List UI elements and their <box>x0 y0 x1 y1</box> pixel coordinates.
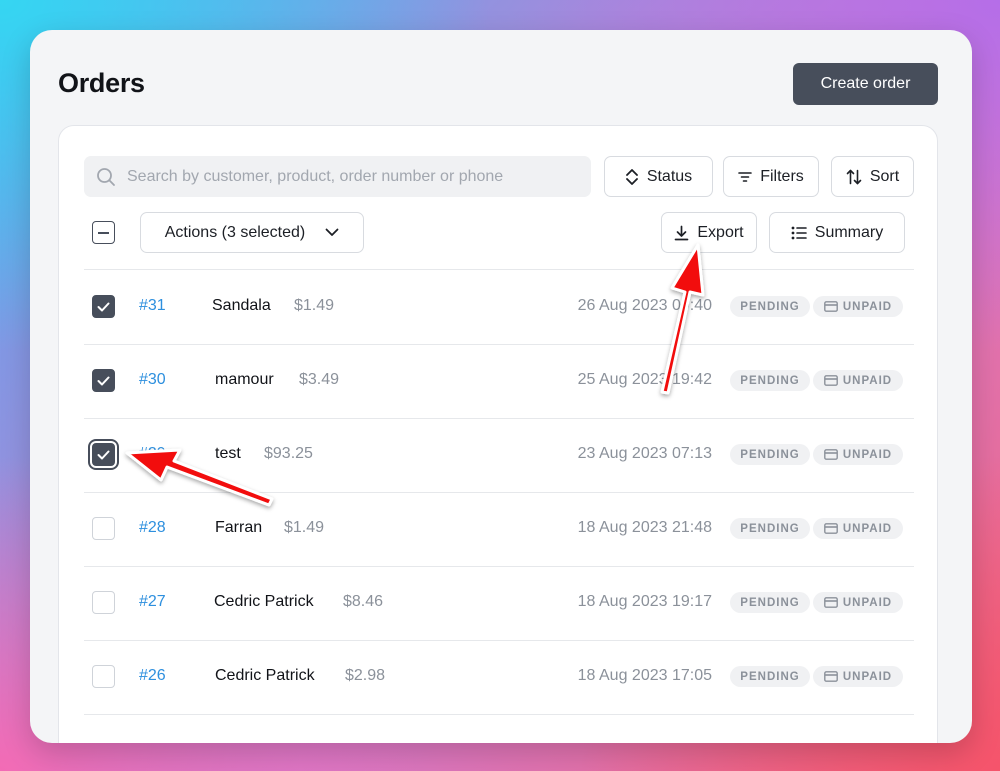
table-row[interactable]: #30 mamour $3.49 25 Aug 2023 19:42 PENDING UN… <box>84 345 914 418</box>
customer-name: Cedric Patrick <box>214 593 314 610</box>
status-badge: PENDING <box>730 296 810 317</box>
credit-card-icon <box>823 449 838 460</box>
create-order-button[interactable]: Create order <box>793 63 938 105</box>
row-divider <box>84 714 914 715</box>
checkmark-icon <box>97 450 110 459</box>
order-date: 18 Aug 2023 19:17 <box>577 593 712 610</box>
download-icon <box>675 225 689 240</box>
order-amount: $93.25 <box>264 445 313 462</box>
status-badge: PENDING <box>730 518 810 539</box>
summary-button-label: Summary <box>814 223 884 241</box>
sort-button-label: Sort <box>869 167 900 185</box>
payment-badge-label: UNPAID <box>842 596 893 609</box>
payment-badge: UNPAID <box>813 518 903 539</box>
credit-card-icon <box>823 671 838 682</box>
table-row[interactable]: #26 Cedric Patrick $2.98 18 Aug 2023 17:05 P… <box>84 641 914 714</box>
order-date: 18 Aug 2023 21:48 <box>577 519 712 536</box>
status-button[interactable]: Status <box>604 156 713 197</box>
select-all-checkbox[interactable] <box>92 221 115 244</box>
payment-badge-label: UNPAID <box>842 522 893 535</box>
row-checkbox[interactable] <box>92 369 115 392</box>
filters-button-label: Filters <box>760 167 804 185</box>
chevron-up-down-icon <box>625 168 638 185</box>
order-amount: $1.49 <box>284 519 325 536</box>
chevron-down-icon <box>325 228 339 236</box>
row-checkbox[interactable] <box>92 591 115 614</box>
sort-icon <box>846 169 862 184</box>
search-input[interactable] <box>127 167 567 186</box>
payment-badge: UNPAID <box>813 592 903 613</box>
order-number-link[interactable]: #27 <box>139 593 166 611</box>
order-date: 23 Aug 2023 07:13 <box>577 445 712 462</box>
order-number-link[interactable]: #31 <box>139 297 166 315</box>
order-amount: $2.98 <box>345 667 386 684</box>
status-badge: PENDING <box>730 592 810 613</box>
checkmark-icon <box>97 376 110 385</box>
search-box[interactable] <box>84 156 591 197</box>
status-badge: PENDING <box>730 666 810 687</box>
table-row[interactable]: #31 Sandala $1.49 26 Aug 2023 09:40 PENDING U… <box>84 271 914 344</box>
status-button-label: Status <box>646 167 693 185</box>
customer-name: Sandala <box>212 297 271 314</box>
search-icon <box>97 167 115 186</box>
filter-icon <box>738 171 753 182</box>
order-date: 26 Aug 2023 09:40 <box>577 297 712 314</box>
sort-button[interactable]: Sort <box>831 156 914 197</box>
export-button[interactable]: Export <box>661 212 757 253</box>
order-date: 25 Aug 2023 19:42 <box>577 371 712 388</box>
credit-card-icon <box>823 523 838 534</box>
order-amount: $8.46 <box>343 593 384 610</box>
orders-window: Orders Create order Status Filters <box>30 30 972 743</box>
table-row[interactable]: #29 test $93.25 23 Aug 2023 07:13 PENDING UNP… <box>84 419 914 492</box>
credit-card-icon <box>823 597 838 608</box>
customer-name: mamour <box>215 371 274 388</box>
payment-badge: UNPAID <box>813 444 903 465</box>
page-title: Orders <box>58 68 145 98</box>
payment-badge: UNPAID <box>813 666 903 687</box>
payment-badge: UNPAID <box>813 370 903 391</box>
status-badge: PENDING <box>730 444 810 465</box>
checkmark-icon <box>97 302 110 311</box>
table-row[interactable]: #28 Farran $1.49 18 Aug 2023 21:48 PENDING UN… <box>84 493 914 566</box>
order-number-link[interactable]: #30 <box>139 371 166 389</box>
order-number-link[interactable]: #28 <box>139 519 166 537</box>
row-checkbox[interactable] <box>92 665 115 688</box>
actions-dropdown[interactable]: Actions (3 selected) <box>140 212 364 253</box>
export-button-label: Export <box>697 223 744 241</box>
filters-button[interactable]: Filters <box>723 156 819 197</box>
customer-name: test <box>215 445 241 462</box>
list-icon <box>791 226 807 239</box>
order-number-link[interactable]: #29 <box>139 445 166 463</box>
orders-panel: Status Filters Sort Actions (3 selected) <box>58 125 938 743</box>
payment-badge-label: UNPAID <box>842 448 893 461</box>
table-divider <box>84 269 914 270</box>
credit-card-icon <box>823 375 838 386</box>
order-date: 18 Aug 2023 17:05 <box>577 667 712 684</box>
row-checkbox[interactable] <box>92 443 115 466</box>
table-row[interactable]: #27 Cedric Patrick $8.46 18 Aug 2023 19:17 P… <box>84 567 914 640</box>
summary-button[interactable]: Summary <box>769 212 905 253</box>
customer-name: Farran <box>215 519 263 536</box>
payment-badge-label: UNPAID <box>842 670 893 683</box>
payment-badge-label: UNPAID <box>842 300 893 313</box>
credit-card-icon <box>823 301 838 312</box>
order-number-link[interactable]: #26 <box>139 667 166 685</box>
order-amount: $3.49 <box>299 371 340 388</box>
actions-dropdown-label: Actions (3 selected) <box>164 223 306 241</box>
row-checkbox[interactable] <box>92 295 115 318</box>
payment-badge: UNPAID <box>813 296 903 317</box>
payment-badge-label: UNPAID <box>842 374 893 387</box>
status-badge: PENDING <box>730 370 810 391</box>
order-amount: $1.49 <box>294 297 335 314</box>
row-checkbox[interactable] <box>92 517 115 540</box>
customer-name: Cedric Patrick <box>215 667 315 684</box>
